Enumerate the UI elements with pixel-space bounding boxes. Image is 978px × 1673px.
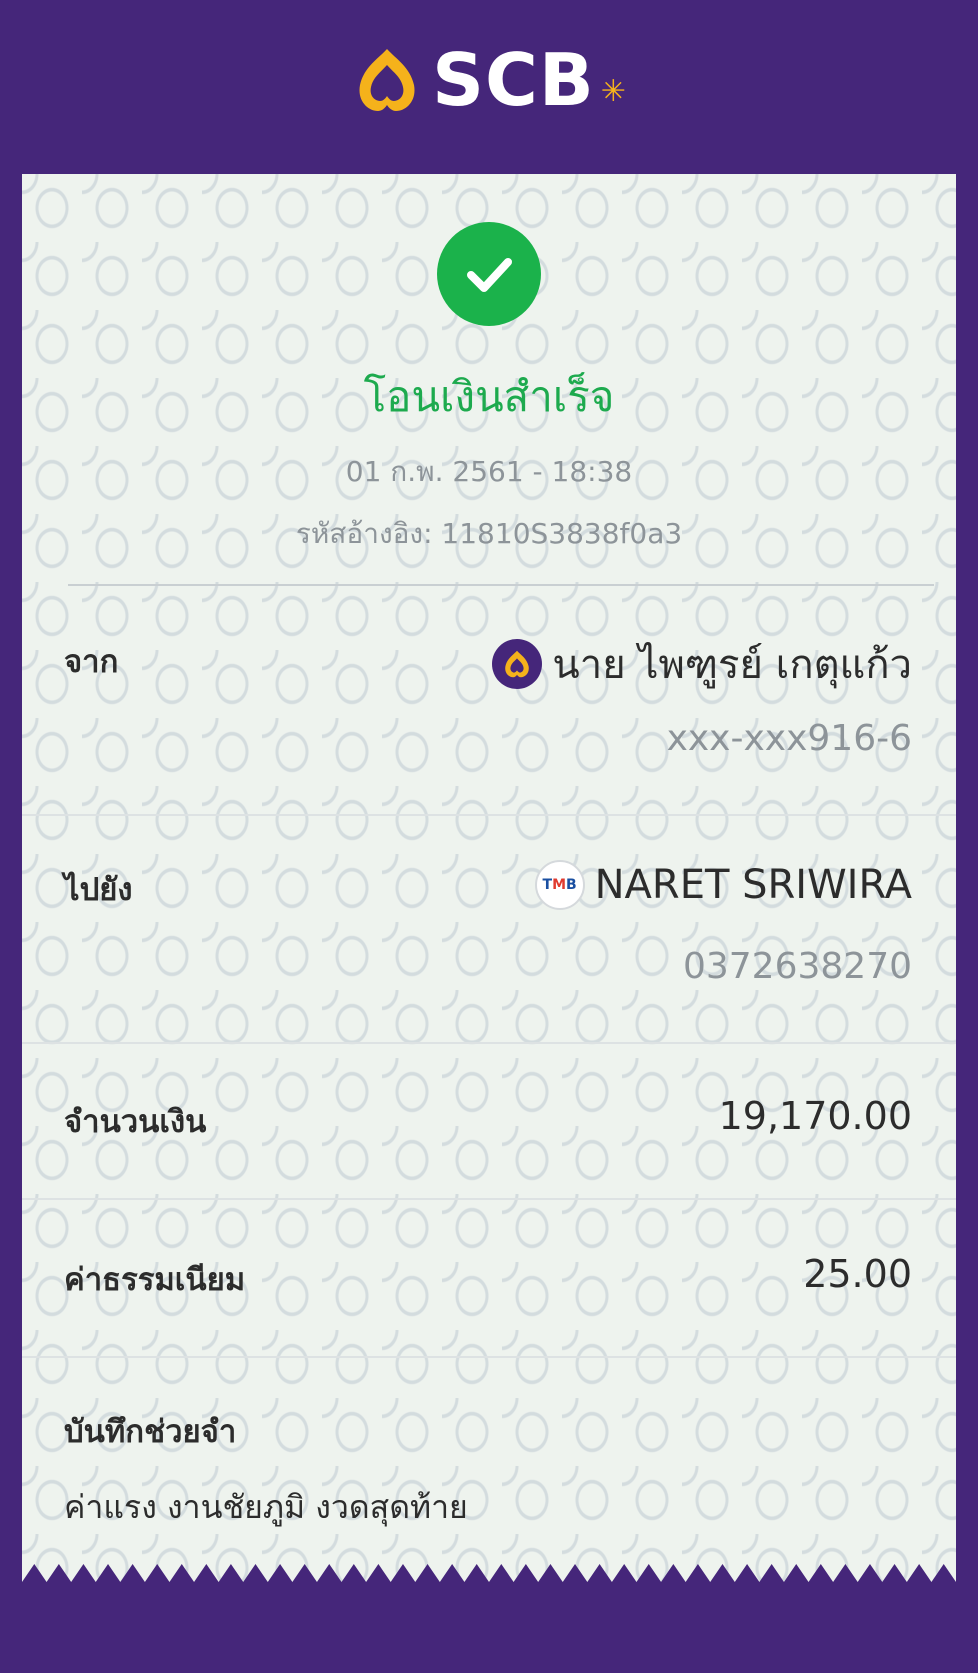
fee-value: 25.00 bbox=[803, 1252, 912, 1296]
tmb-bank-icon: TMB bbox=[534, 860, 585, 910]
scb-logo: SCB ✳ bbox=[352, 44, 626, 116]
divider bbox=[22, 1356, 956, 1358]
memo-value: ค่าแรง งานชัยภูมิ งวดสุดท้าย bbox=[64, 1488, 468, 1526]
reference-code: รหัสอ้างอิง: 11810S3838f0a3 bbox=[295, 517, 683, 550]
divider bbox=[22, 1042, 956, 1044]
brand-star-icon: ✳ bbox=[600, 73, 626, 109]
tmb-letter: T bbox=[542, 877, 553, 893]
scb-bell-icon bbox=[359, 49, 415, 111]
fee-label: ค่าธรรมเนียม bbox=[64, 1262, 246, 1298]
to-account-name: NARET SRIWIRA bbox=[594, 862, 912, 908]
tmb-letter: M bbox=[552, 877, 567, 893]
status-title: โอนเงินสำเร็จ bbox=[363, 372, 615, 421]
transfer-datetime: 01 ก.พ. 2561 - 18:38 bbox=[345, 455, 633, 488]
memo-label: บันทึกช่วยจำ bbox=[64, 1414, 237, 1450]
from-account-number: xxx-xxx916-6 bbox=[666, 718, 912, 759]
transfer-receipt: โอนเงินสำเร็จ 01 ก.พ. 2561 - 18:38 รหัสอ… bbox=[22, 174, 956, 1590]
to-account-number: 0372638270 bbox=[682, 946, 912, 987]
scb-bank-icon bbox=[492, 639, 543, 689]
tmb-letter: B bbox=[566, 877, 577, 893]
to-label: ไปยัง bbox=[64, 872, 133, 908]
amount-value: 19,170.00 bbox=[718, 1094, 912, 1138]
divider bbox=[22, 1198, 956, 1200]
brand-text: SCB bbox=[432, 38, 595, 122]
app-header: SCB ✳ bbox=[0, 0, 978, 160]
from-account-name: นาย ไพฑูรย์ เกตุแก้ว bbox=[552, 642, 912, 688]
divider bbox=[68, 584, 934, 586]
check-circle-icon bbox=[437, 222, 541, 326]
amount-label: จำนวนเงิน bbox=[64, 1104, 207, 1140]
from-name-line: นาย ไพฑูรย์ เกตุแก้ว bbox=[492, 632, 912, 696]
divider bbox=[22, 814, 956, 816]
receipt-torn-edge bbox=[22, 1564, 956, 1592]
from-label: จาก bbox=[64, 644, 119, 680]
to-name-line: TMB NARET SRIWIRA bbox=[534, 860, 912, 910]
